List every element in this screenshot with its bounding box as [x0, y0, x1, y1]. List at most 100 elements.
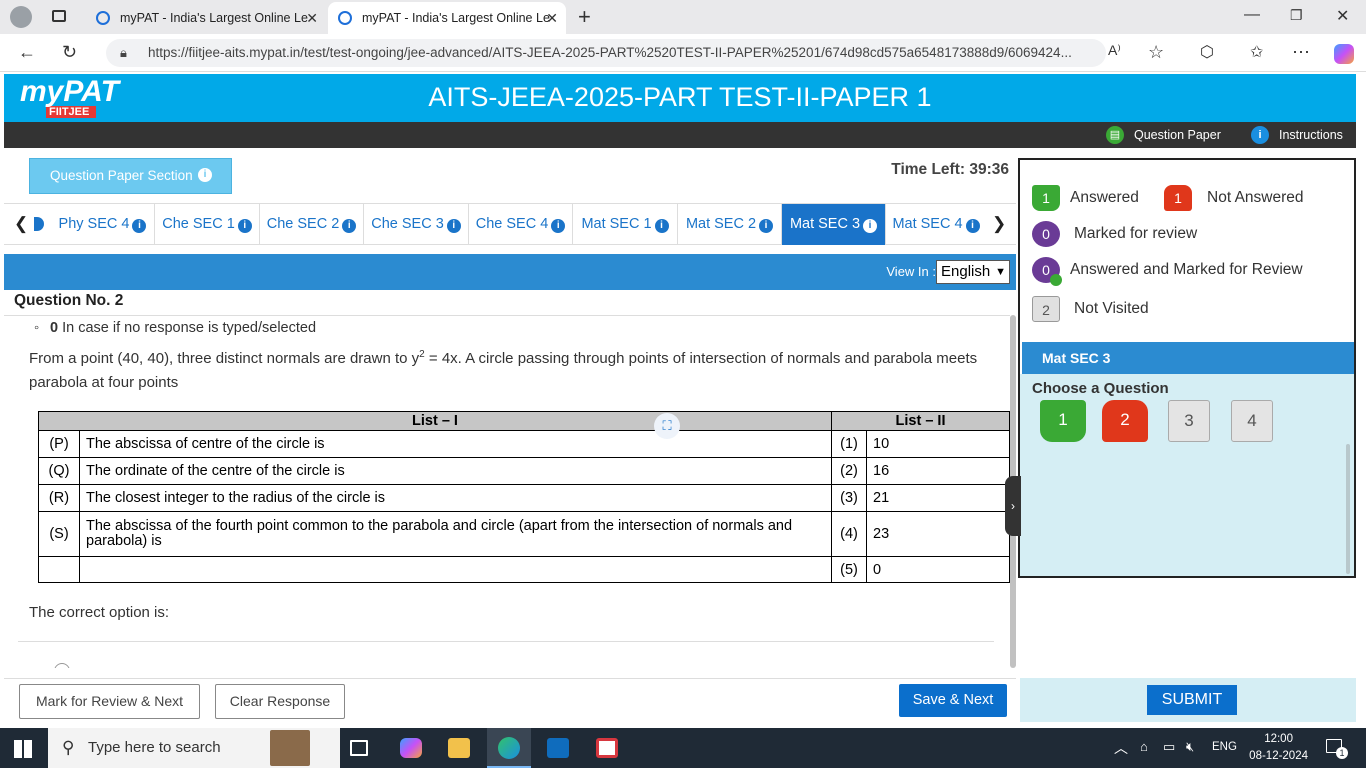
tab-mat-sec-2[interactable]: Mat SEC 2i: [678, 204, 782, 245]
edge-active-slot[interactable]: [487, 728, 531, 768]
exam-title: AITS-JEEA-2025-PART TEST-II-PAPER 1: [428, 82, 932, 112]
option-radio[interactable]: [54, 663, 70, 668]
notification-count: 1: [1336, 747, 1348, 759]
status-panel: 1 Answered 1 Not Answered 0 Marked for r…: [1018, 158, 1356, 578]
extensions-icon[interactable]: ⬡: [1200, 42, 1214, 62]
row-value: 16: [866, 457, 1010, 485]
palette-scrollbar[interactable]: [1346, 444, 1350, 574]
question-button-1[interactable]: 1: [1040, 400, 1086, 442]
chevron-right-icon[interactable]: ❯: [992, 214, 1006, 234]
table-header-row: List – I List – II: [37, 411, 1010, 431]
marked-badge: 0: [1032, 221, 1060, 247]
answered-badge: 1: [1032, 185, 1060, 211]
profile-avatar[interactable]: [10, 6, 32, 28]
network-icon[interactable]: ⌂: [1140, 739, 1148, 754]
divider: [18, 641, 994, 642]
app-header: myPAT FIITJEE AITS-JEEA-2025-PART TEST-I…: [4, 74, 1356, 122]
tab-mat-sec-1[interactable]: Mat SEC 1i: [573, 204, 678, 245]
collapse-panel-button[interactable]: ›: [1005, 476, 1021, 536]
windows-start-icon[interactable]: [14, 740, 32, 758]
language-indicator[interactable]: ENG: [1212, 741, 1237, 753]
taskbar-search[interactable]: ⚲ Type here to search: [48, 728, 340, 768]
not-visited-label: Not Visited: [1074, 300, 1149, 317]
tab-che-sec-1[interactable]: Che SEC 1i: [155, 204, 260, 245]
zoom-image-icon[interactable]: ⛶: [654, 413, 680, 439]
palette-section-title: Mat SEC 3: [1022, 342, 1354, 374]
tab-che-sec-2[interactable]: Che SEC 2i: [260, 204, 364, 245]
info-icon: i: [342, 219, 357, 233]
question-number: Question No. 2: [14, 292, 124, 309]
mark-review-next-button[interactable]: Mark for Review & Next: [19, 684, 200, 719]
windows-taskbar: ⚲ Type here to search ︿ ⌂ ▭ 🔇︎ ENG 12:00…: [0, 728, 1366, 768]
browser-tab-2[interactable]: myPAT - India's Largest Online Le ✕: [328, 2, 566, 34]
tab-che-sec-4[interactable]: Che SEC 4i: [469, 204, 573, 245]
question-button-2[interactable]: 2: [1102, 400, 1148, 442]
info-icon: i: [446, 219, 461, 233]
chevron-up-icon[interactable]: ︿: [1114, 738, 1128, 758]
browser-tab-1[interactable]: myPAT - India's Largest Online Le ✕: [86, 2, 326, 34]
favorite-star-icon[interactable]: ☆: [1148, 42, 1164, 63]
system-clock[interactable]: 12:00 08-12-2024: [1249, 731, 1308, 765]
question-paper-section-button[interactable]: Question Paper Section i: [29, 158, 232, 194]
row-text: The abscissa of the fourth point common …: [78, 511, 833, 557]
row-label: (Q): [38, 457, 80, 485]
refresh-icon[interactable]: ↻: [62, 42, 77, 63]
copilot-taskbar-icon[interactable]: [400, 738, 422, 758]
row-text: The closest integer to the radius of the…: [78, 484, 833, 512]
clear-response-button[interactable]: Clear Response: [215, 684, 345, 719]
question-button-4[interactable]: 4: [1231, 400, 1273, 442]
row-label: (P): [38, 430, 80, 458]
minimize-icon[interactable]: —: [1244, 6, 1260, 24]
table-row: (5) 0: [38, 556, 1010, 583]
document-icon: ▤: [1106, 126, 1124, 144]
store-icon[interactable]: [596, 738, 618, 758]
stem-part-a: From a point (40, 40), three distinct no…: [29, 350, 420, 367]
battery-icon[interactable]: ▭: [1163, 739, 1175, 755]
info-icon: i: [237, 219, 252, 233]
more-menu-icon[interactable]: ⋯: [1292, 42, 1310, 63]
row-num: (5): [831, 556, 868, 583]
favorites-icon[interactable]: ✩: [1250, 42, 1263, 62]
instructions-link[interactable]: i Instructions: [1251, 126, 1343, 144]
new-tab-icon[interactable]: +: [578, 4, 591, 30]
question-paper-link[interactable]: ▤ Question Paper: [1106, 126, 1221, 144]
language-value: English: [941, 263, 991, 280]
answered-marked-label: Answered and Marked for Review: [1070, 261, 1303, 278]
scroll-indicator-icon: [34, 217, 44, 231]
info-icon: i: [198, 168, 212, 182]
question-button-3[interactable]: 3: [1168, 400, 1210, 442]
tab-actions-icon[interactable]: [52, 10, 66, 22]
restore-icon[interactable]: ❐: [1290, 7, 1303, 24]
row-num: (4): [831, 511, 868, 557]
tab-title: myPAT - India's Largest Online Le: [362, 11, 550, 25]
submit-button[interactable]: SUBMIT: [1147, 685, 1237, 715]
close-tab-icon[interactable]: ✕: [306, 10, 318, 27]
url-field[interactable]: 🔒︎ https://fiitjee-aits.mypat.in/test/te…: [106, 39, 1106, 67]
save-next-button[interactable]: Save & Next: [899, 684, 1007, 717]
tab-mat-sec-4[interactable]: Mat SEC 4i: [886, 204, 986, 245]
row-label: [38, 556, 80, 583]
info-icon: i: [1251, 126, 1269, 144]
instruction-bullet: ◦ 0 In case if no response is typed/sele…: [34, 320, 316, 336]
site-favicon-icon: [338, 11, 352, 25]
task-view-icon[interactable]: [350, 740, 368, 756]
chevron-left-icon[interactable]: ❮: [14, 214, 28, 234]
outlook-icon[interactable]: [547, 738, 569, 758]
language-select[interactable]: English ▼: [936, 260, 1010, 284]
answered-label: Answered: [1070, 189, 1139, 206]
tab-mat-sec-3[interactable]: Mat SEC 3i: [782, 204, 886, 245]
list-2-header: List – II: [831, 411, 1010, 431]
back-icon[interactable]: ←: [18, 42, 36, 63]
row-text: [78, 556, 833, 583]
close-tab-icon[interactable]: ✕: [546, 10, 558, 27]
row-value: 23: [866, 511, 1010, 557]
tab-phy-sec-4[interactable]: Phy SEC 4i: [51, 204, 155, 245]
answered-check-icon: [1050, 274, 1062, 286]
read-aloud-icon[interactable]: A⁾: [1108, 42, 1121, 59]
copilot-icon[interactable]: [1334, 44, 1354, 64]
volume-mute-icon[interactable]: 🔇︎: [1186, 739, 1194, 755]
file-explorer-icon[interactable]: [448, 738, 470, 758]
close-window-icon[interactable]: ✕: [1336, 6, 1349, 26]
correct-option-label: The correct option is:: [29, 604, 170, 621]
tab-che-sec-3[interactable]: Che SEC 3i: [364, 204, 469, 245]
